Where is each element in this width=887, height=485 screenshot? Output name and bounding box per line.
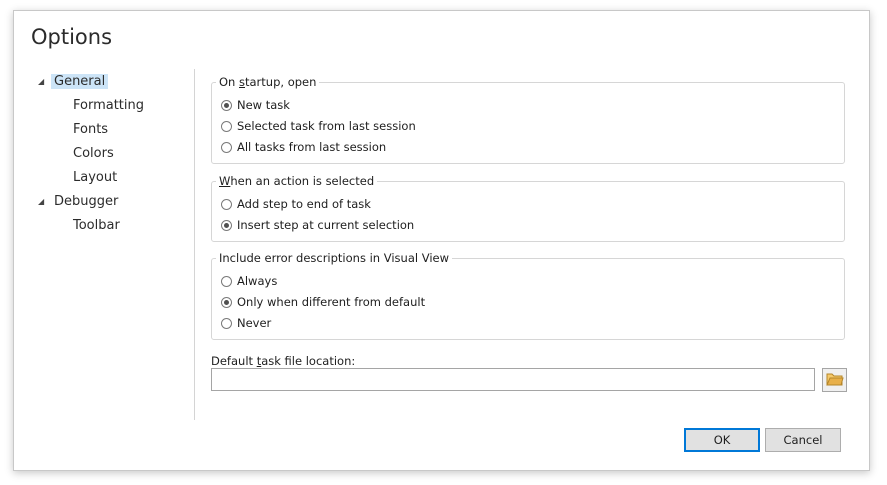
radio-label: New task [237, 98, 290, 112]
radio-selected-task-last-session[interactable]: Selected task from last session [221, 118, 416, 134]
error-group-legend: Include error descriptions in Visual Vie… [216, 250, 453, 266]
radio-label: Only when different from default [237, 295, 426, 309]
folder-icon [825, 372, 844, 389]
radio-all-tasks-last-session[interactable]: All tasks from last session [221, 139, 386, 155]
tree-item-label: Formatting [73, 98, 145, 113]
radio-button[interactable] [221, 317, 232, 329]
vertical-divider [194, 69, 195, 420]
radio-insert-step-current[interactable]: Insert step at current selection [221, 217, 414, 233]
file-location-input[interactable] [211, 368, 815, 391]
browse-button[interactable] [822, 368, 847, 392]
radio-always[interactable]: Always [221, 273, 277, 289]
expanded-triangle-icon[interactable]: ◢ [38, 192, 44, 212]
radio-button[interactable] [221, 198, 232, 210]
radio-label: Add step to end of task [237, 197, 371, 211]
radio-label: Selected task from last session [237, 119, 416, 133]
radio-label: Insert step at current selection [237, 218, 415, 232]
radio-label: Never [237, 316, 272, 330]
tree-item-label: Fonts [73, 122, 109, 137]
tree-item-colors[interactable]: Colors [73, 144, 114, 164]
radio-button[interactable] [221, 141, 232, 153]
tree-item-layout[interactable]: Layout [73, 168, 117, 188]
tree-item-debugger[interactable]: Debugger [54, 192, 118, 212]
radio-label: Always [237, 274, 278, 288]
radio-label: All tasks from last session [237, 140, 387, 154]
radio-only-when-different[interactable]: Only when different from default [221, 294, 425, 310]
radio-new-task[interactable]: New task [221, 97, 290, 113]
radio-never[interactable]: Never [221, 315, 271, 331]
tree-item-label: Debugger [54, 194, 119, 209]
tree-item-label: Colors [73, 146, 114, 161]
radio-button[interactable] [221, 219, 232, 231]
expanded-triangle-icon[interactable]: ◢ [38, 72, 44, 92]
dialog-title: Options [31, 25, 113, 49]
action-group: When an action is selected Add step to e… [211, 173, 845, 242]
radio-button[interactable] [221, 275, 232, 287]
action-group-legend: When an action is selected [216, 173, 378, 189]
error-descriptions-group: Include error descriptions in Visual Vie… [211, 250, 845, 340]
tree-item-general[interactable]: General [51, 72, 109, 92]
radio-add-step-end[interactable]: Add step to end of task [221, 196, 371, 212]
cancel-button[interactable]: Cancel [765, 428, 841, 452]
startup-group-legend: On startup, open [216, 74, 320, 90]
tree-item-formatting[interactable]: Formatting [73, 96, 144, 116]
radio-button[interactable] [221, 296, 232, 308]
radio-button[interactable] [221, 120, 232, 132]
ok-button[interactable]: OK [684, 428, 760, 452]
tree-item-fonts[interactable]: Fonts [73, 120, 108, 140]
tree-item-toolbar[interactable]: Toolbar [73, 216, 120, 236]
tree-item-label: Toolbar [73, 218, 120, 233]
radio-button[interactable] [221, 99, 232, 111]
tree-item-label: General [51, 74, 109, 89]
startup-group: On startup, open New task Selected task … [211, 74, 845, 164]
options-dialog: Options ◢ General Formatting Fonts Color… [13, 10, 870, 471]
tree-item-label: Layout [73, 170, 118, 185]
file-location-label: Default task file location: [211, 354, 356, 368]
